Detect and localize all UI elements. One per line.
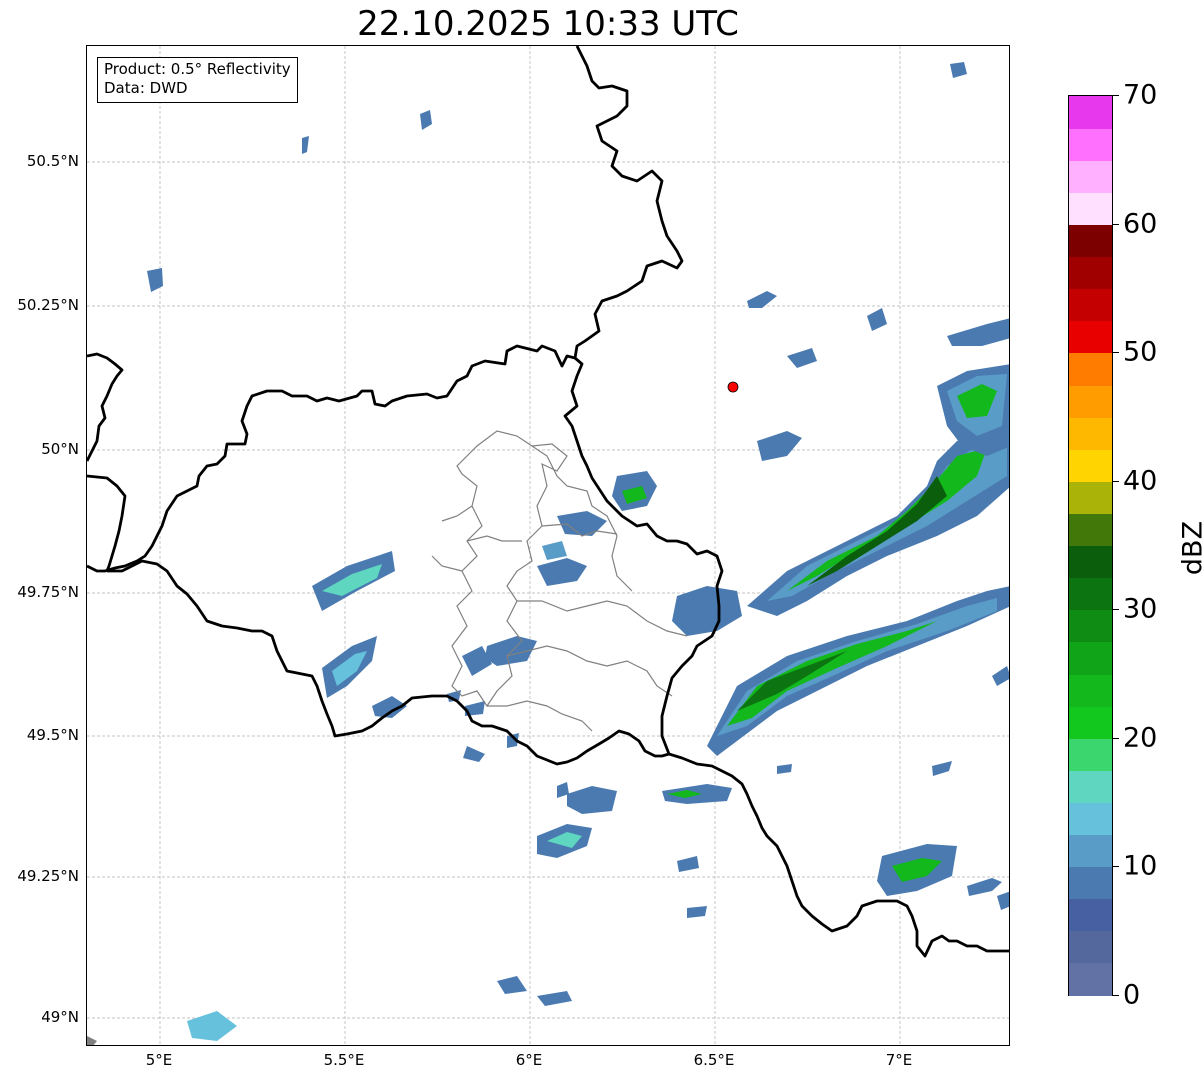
colorbar-segment: [1069, 192, 1112, 226]
product-info-box: Product: 0.5° Reflectivity Data: DWD: [97, 57, 298, 103]
lat-tick-label: 49°N: [41, 1008, 79, 1026]
colorbar-segment: [1069, 224, 1112, 258]
colorbar-segment: [1069, 641, 1112, 675]
colorbar-tick-label: 60: [1123, 208, 1158, 240]
colorbar-segment: [1069, 128, 1112, 161]
colorbar-tick-label: 50: [1123, 336, 1158, 368]
lat-tick-label: 50°N: [41, 440, 79, 458]
colorbar-tick: [1113, 480, 1119, 482]
colorbar-tick: [1113, 609, 1119, 611]
colorbar-segment: [1069, 770, 1112, 803]
colorbar-segment: [1069, 802, 1112, 836]
colorbar-tick-label: 10: [1123, 850, 1158, 882]
colorbar-segment: [1069, 545, 1112, 579]
colorbar-tick: [1113, 223, 1119, 225]
country-borders: [87, 46, 1009, 958]
colorbar-tick-label: 0: [1123, 979, 1141, 1011]
colorbar-tick-label: 20: [1123, 722, 1158, 754]
colorbar-tick: [1113, 352, 1119, 354]
echo-band-northeast: [707, 586, 1009, 756]
colorbar-tick: [1113, 95, 1119, 96]
colorbar-segment: [1069, 256, 1112, 290]
map-title: 22.10.2025 10:33 UTC: [357, 4, 739, 44]
lon-tick-label: 6°E: [515, 1051, 543, 1069]
lon-tick-label: 6.5°E: [693, 1051, 735, 1069]
lat-tick-label: 49.75°N: [17, 583, 79, 601]
lat-tick-label: 50.5°N: [26, 152, 79, 170]
colorbar-tick: [1113, 866, 1119, 868]
lat-tick-label: 49.25°N: [17, 867, 79, 885]
colorbar-tick: [1113, 737, 1119, 739]
product-label: Product: 0.5° Reflectivity: [104, 60, 291, 78]
radar-map[interactable]: [86, 45, 1010, 1046]
colorbar-segment: [1069, 320, 1112, 354]
colorbar-tick-label: 70: [1123, 79, 1158, 111]
colorbar-segment: [1069, 930, 1112, 964]
colorbar-segment: [1069, 481, 1112, 514]
dbz-colorbar: [1068, 95, 1113, 996]
colorbar-segment: [1069, 738, 1112, 771]
colorbar-segment: [1069, 449, 1112, 482]
colorbar-segment: [1069, 384, 1112, 418]
lon-tick-label: 7°E: [885, 1051, 913, 1069]
data-source-label: Data: DWD: [104, 79, 188, 97]
lon-tick-label: 5.5°E: [323, 1051, 365, 1069]
colorbar-tick: [1113, 995, 1119, 996]
colorbar-segment: [1069, 609, 1112, 643]
colorbar-segment: [1069, 288, 1112, 322]
colorbar-segment: [1069, 706, 1112, 739]
lat-tick-label: 50.25°N: [17, 296, 79, 314]
map-canvas[interactable]: [87, 46, 1010, 1046]
lon-tick-label: 5°E: [145, 1051, 173, 1069]
colorbar-segment: [1069, 577, 1112, 611]
colorbar-segment: [1069, 898, 1112, 932]
colorbar-segment: [1069, 866, 1112, 900]
colorbar-segment: [1069, 962, 1112, 996]
echo-band-upper-east: [937, 318, 1009, 456]
radar-site-marker[interactable]: [727, 381, 739, 393]
colorbar-segment: [1069, 513, 1112, 547]
reflectivity-echoes: [87, 62, 1009, 1045]
colorbar-segment: [1069, 96, 1112, 129]
colorbar-segment: [1069, 417, 1112, 450]
colorbar-segment: [1069, 673, 1112, 707]
colorbar-segment: [1069, 352, 1112, 386]
colorbar-tick-label: 30: [1123, 593, 1158, 625]
colorbar-segment: [1069, 834, 1112, 868]
colorbar-tick-label: 40: [1123, 465, 1158, 497]
colorbar-unit-label: dBZ: [1177, 520, 1202, 576]
lat-tick-label: 49.5°N: [26, 726, 79, 744]
colorbar-segment: [1069, 160, 1112, 193]
